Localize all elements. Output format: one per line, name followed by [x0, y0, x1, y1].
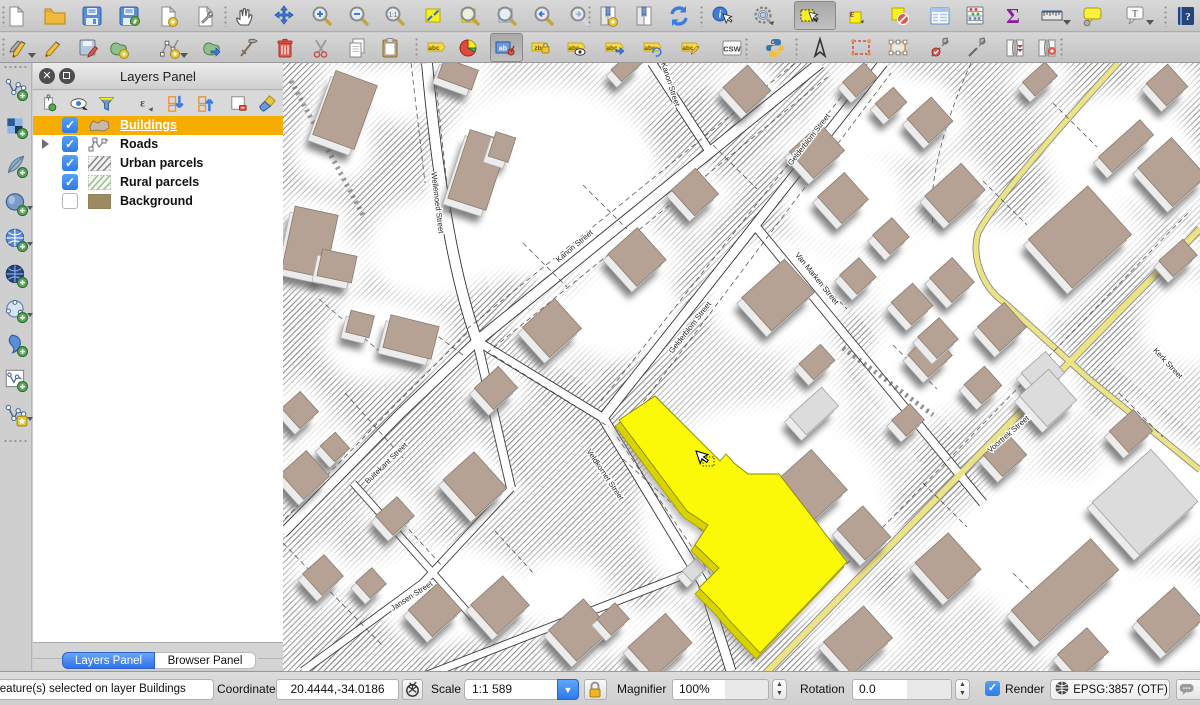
svg-text:CSW: CSW	[723, 45, 741, 54]
svg-text:Σ: Σ	[1006, 4, 1020, 28]
svg-text:zb: zb	[534, 45, 541, 52]
svg-text:ε: ε	[140, 97, 145, 109]
svg-text:abc: abc	[428, 45, 440, 52]
svg-text:1:1: 1:1	[389, 13, 398, 19]
svg-text:ab: ab	[499, 46, 507, 53]
svg-text:ε: ε	[850, 8, 855, 20]
svg-text:?: ?	[1185, 11, 1191, 23]
svg-text:T: T	[1132, 9, 1138, 19]
svg-text:i: i	[719, 10, 722, 21]
